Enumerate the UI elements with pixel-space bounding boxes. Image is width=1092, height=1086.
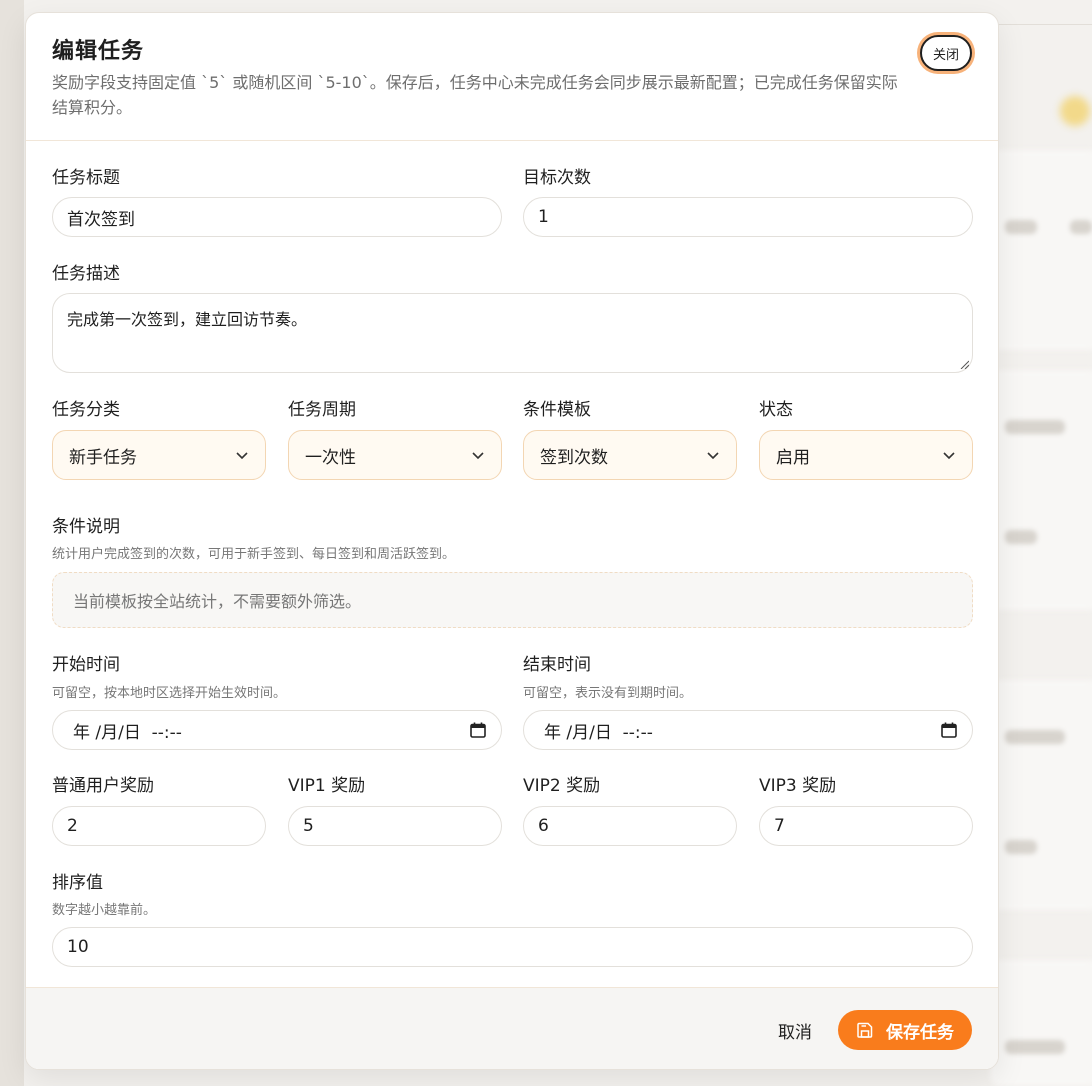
chevron-down-icon bbox=[943, 452, 955, 460]
reward-vip1-input[interactable]: 5 bbox=[288, 806, 502, 846]
reward-normal-input[interactable]: 2 bbox=[52, 806, 266, 846]
resize-grip-icon[interactable] bbox=[959, 359, 969, 369]
reward-vip2-input[interactable]: 6 bbox=[523, 806, 737, 846]
edit-task-dialog: 编辑任务 奖励字段支持固定值 `5` 或随机区间 `5-10`。保存后，任务中心… bbox=[25, 12, 999, 1070]
dialog-header: 编辑任务 奖励字段支持固定值 `5` 或随机区间 `5-10`。保存后，任务中心… bbox=[26, 13, 998, 141]
end-time-label: 结束时间 bbox=[523, 655, 591, 675]
task-description-textarea[interactable]: 完成第一次签到，建立回访节奏。 bbox=[52, 293, 973, 373]
task-title-value: 首次签到 bbox=[67, 209, 135, 230]
chevron-down-icon bbox=[707, 452, 719, 460]
condition-note-text: 当前模板按全站统计，不需要额外筛选。 bbox=[73, 592, 362, 611]
background-card bbox=[990, 960, 1092, 1086]
save-task-button[interactable]: 保存任务 bbox=[838, 1010, 972, 1050]
background-chip bbox=[1005, 220, 1037, 234]
start-time-label: 开始时间 bbox=[52, 655, 120, 675]
period-select[interactable]: 一次性 bbox=[288, 430, 502, 480]
sort-value: 10 bbox=[67, 937, 89, 957]
target-count-label: 目标次数 bbox=[523, 168, 591, 188]
category-value: 新手任务 bbox=[69, 447, 137, 468]
sort-input[interactable]: 10 bbox=[52, 927, 973, 967]
background-chip bbox=[1005, 840, 1037, 854]
condition-note-box: 当前模板按全站统计，不需要额外筛选。 bbox=[52, 572, 973, 628]
sort-hint: 数字越小越靠前。 bbox=[52, 903, 157, 918]
start-time-placeholder: 年 /月/日 --:-- bbox=[73, 722, 182, 743]
reward-vip3-label: VIP3 奖励 bbox=[759, 776, 837, 796]
calendar-icon[interactable] bbox=[469, 721, 487, 739]
task-description-label: 任务描述 bbox=[52, 264, 120, 284]
close-button[interactable]: 关闭 bbox=[920, 35, 972, 71]
condition-template-value: 签到次数 bbox=[540, 447, 608, 468]
task-description-value: 完成第一次签到，建立回访节奏。 bbox=[67, 310, 308, 329]
reward-vip2-value: 6 bbox=[538, 816, 549, 836]
reward-vip2-label: VIP2 奖励 bbox=[523, 776, 601, 796]
condition-template-label: 条件模板 bbox=[523, 400, 591, 420]
status-value: 启用 bbox=[776, 447, 810, 468]
condition-desc-label: 条件说明 bbox=[52, 517, 120, 537]
background-card bbox=[990, 150, 1092, 350]
status-label: 状态 bbox=[759, 400, 793, 420]
background-chip bbox=[1070, 220, 1092, 234]
chevron-down-icon bbox=[236, 452, 248, 460]
end-time-placeholder: 年 /月/日 --:-- bbox=[544, 722, 653, 743]
end-time-hint: 可留空，表示没有到期时间。 bbox=[523, 686, 693, 701]
dialog-footer: 取消 保存任务 bbox=[26, 987, 998, 1069]
start-time-input[interactable]: 年 /月/日 --:-- bbox=[52, 710, 502, 750]
reward-normal-label: 普通用户奖励 bbox=[52, 776, 154, 796]
reward-vip1-label: VIP1 奖励 bbox=[288, 776, 366, 796]
save-task-label: 保存任务 bbox=[886, 1022, 954, 1043]
background-sidebar bbox=[0, 0, 24, 1086]
reward-vip3-input[interactable]: 7 bbox=[759, 806, 973, 846]
dialog-title: 编辑任务 bbox=[52, 39, 145, 64]
condition-template-select[interactable]: 签到次数 bbox=[523, 430, 737, 480]
task-title-label: 任务标题 bbox=[52, 168, 120, 188]
target-count-value: 1 bbox=[538, 207, 549, 227]
category-label: 任务分类 bbox=[52, 400, 120, 420]
reward-normal-value: 2 bbox=[67, 816, 78, 836]
cancel-button[interactable]: 取消 bbox=[778, 1018, 812, 1043]
period-label: 任务周期 bbox=[288, 400, 356, 420]
start-time-hint: 可留空，按本地时区选择开始生效时间。 bbox=[52, 686, 287, 701]
background-card bbox=[990, 680, 1092, 910]
background-chip bbox=[1005, 420, 1065, 434]
calendar-icon[interactable] bbox=[940, 721, 958, 739]
background-chip bbox=[1005, 730, 1065, 744]
reward-vip3-value: 7 bbox=[774, 816, 785, 836]
background-divider bbox=[990, 24, 1092, 25]
category-select[interactable]: 新手任务 bbox=[52, 430, 266, 480]
status-select[interactable]: 启用 bbox=[759, 430, 973, 480]
task-title-input[interactable]: 首次签到 bbox=[52, 197, 502, 237]
end-time-input[interactable]: 年 /月/日 --:-- bbox=[523, 710, 973, 750]
sort-label: 排序值 bbox=[52, 873, 103, 893]
background-card bbox=[990, 370, 1092, 610]
dialog-subtitle: 奖励字段支持固定值 `5` 或随机区间 `5-10`。保存后，任务中心未完成任务… bbox=[52, 73, 898, 117]
condition-desc-hint: 统计用户完成签到的次数，可用于新手签到、每日签到和周活跃签到。 bbox=[52, 547, 456, 562]
background-chip bbox=[1005, 1040, 1065, 1054]
reward-vip1-value: 5 bbox=[303, 816, 314, 836]
background-chip bbox=[1005, 530, 1037, 544]
background-avatar bbox=[1060, 96, 1090, 126]
save-icon bbox=[857, 1022, 873, 1038]
target-count-input[interactable]: 1 bbox=[523, 197, 973, 237]
chevron-down-icon bbox=[472, 452, 484, 460]
period-value: 一次性 bbox=[305, 447, 356, 468]
